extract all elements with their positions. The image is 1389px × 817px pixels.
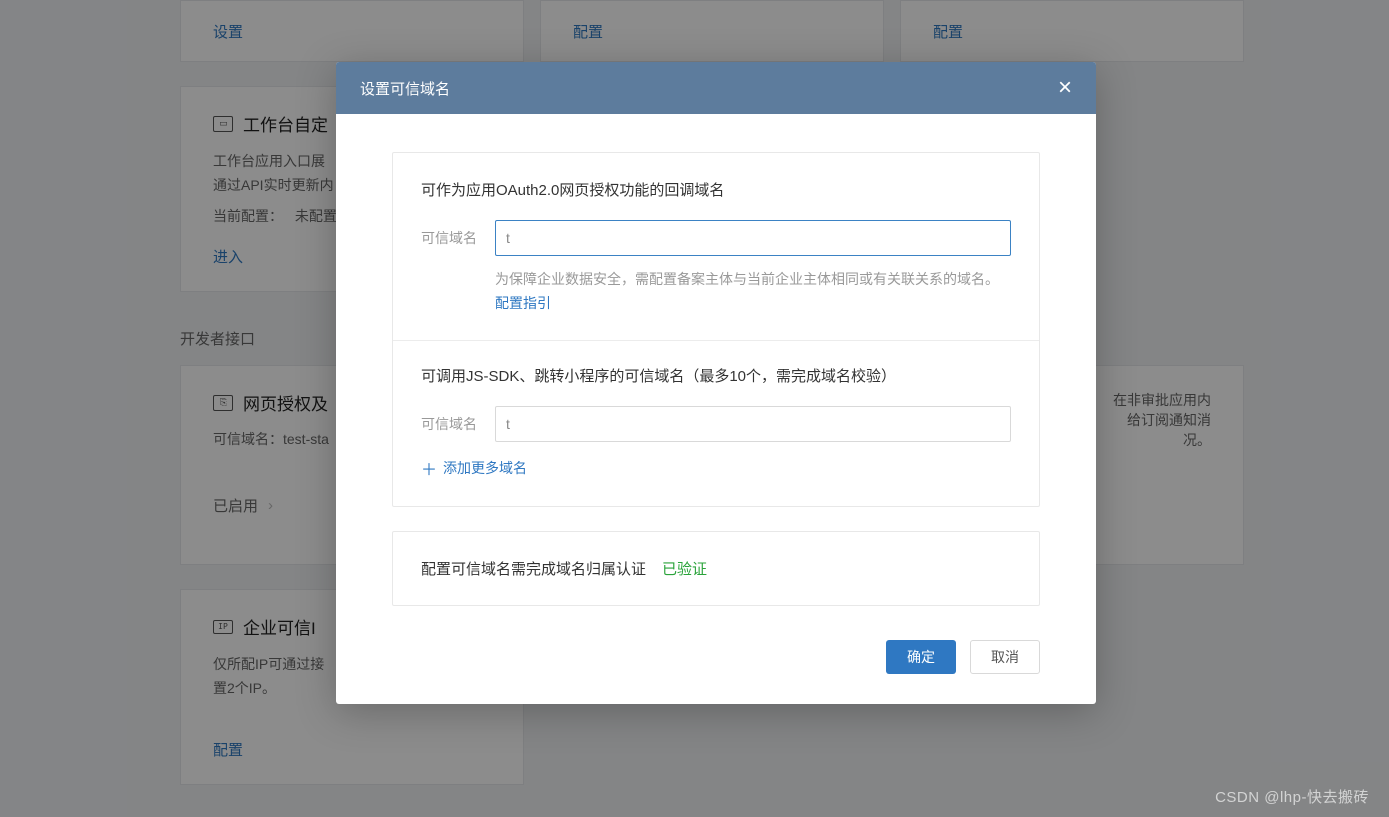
modal-body: 可作为应用OAuth2.0网页授权功能的回调域名 可信域名 为保障企业数据安全，… <box>336 114 1096 704</box>
modal-footer: 确定 取消 <box>392 640 1040 674</box>
ok-button[interactable]: 确定 <box>886 640 956 674</box>
oauth-domain-input[interactable] <box>495 220 1011 256</box>
oauth-panel-title: 可作为应用OAuth2.0网页授权功能的回调域名 <box>421 179 1011 200</box>
plus-icon: ＋ <box>421 456 437 480</box>
panel-divider <box>393 340 1039 341</box>
verify-row: 配置可信域名需完成域名归属认证 已验证 <box>421 558 1011 579</box>
jssdk-domain-input[interactable] <box>495 406 1011 442</box>
modal-header: 设置可信域名 × <box>336 62 1096 114</box>
oauth-hint: 为保障企业数据安全，需配置备案主体与当前企业主体相同或有关联关系的域名。 配置指… <box>495 268 1011 316</box>
verify-text: 配置可信域名需完成域名归属认证 <box>421 558 646 579</box>
add-more-domains-button[interactable]: ＋ 添加更多域名 <box>421 456 1011 480</box>
jssdk-panel-title: 可调用JS-SDK、跳转小程序的可信域名（最多10个，需完成域名校验） <box>421 365 1011 386</box>
cancel-button[interactable]: 取消 <box>970 640 1040 674</box>
config-guide-link[interactable]: 配置指引 <box>495 295 551 311</box>
oauth-field-label: 可信域名 <box>421 220 495 248</box>
watermark: CSDN @lhp-快去搬砖 <box>1215 786 1369 807</box>
verify-panel: 配置可信域名需完成域名归属认证 已验证 <box>392 531 1040 606</box>
jssdk-field-label: 可信域名 <box>421 406 495 434</box>
modal-title: 设置可信域名 <box>360 78 450 99</box>
close-icon[interactable]: × <box>1058 76 1072 100</box>
jssdk-field-row: 可信域名 <box>421 406 1011 442</box>
verified-status: 已验证 <box>662 558 707 579</box>
trusted-domain-modal: 设置可信域名 × 可作为应用OAuth2.0网页授权功能的回调域名 可信域名 为… <box>336 62 1096 704</box>
oauth-field-row: 可信域名 <box>421 220 1011 256</box>
oauth-panel: 可作为应用OAuth2.0网页授权功能的回调域名 可信域名 为保障企业数据安全，… <box>392 152 1040 507</box>
